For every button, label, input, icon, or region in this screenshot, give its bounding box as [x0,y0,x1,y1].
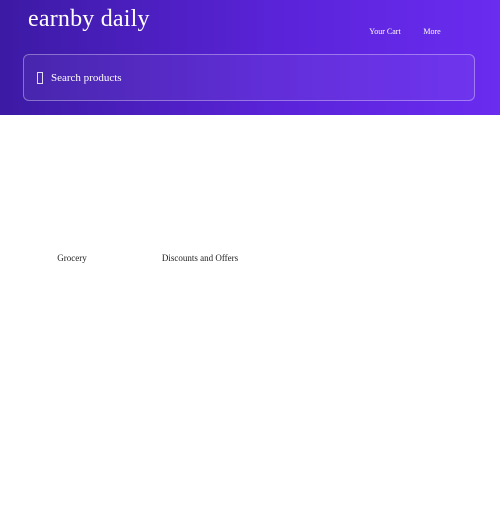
nav-your-cart[interactable]: Your Cart [364,26,406,38]
search-icon[interactable] [37,72,43,84]
category-discounts-and-offers[interactable]: Discounts and Offers [152,252,248,264]
search-input[interactable] [51,66,451,90]
header-bar: earnby daily Your Cart More [0,0,500,115]
brand-logo[interactable]: earnby daily [28,2,150,36]
search-bar[interactable] [23,54,475,101]
nav-more[interactable]: More [418,26,446,38]
category-grocery[interactable]: Grocery [52,252,92,264]
